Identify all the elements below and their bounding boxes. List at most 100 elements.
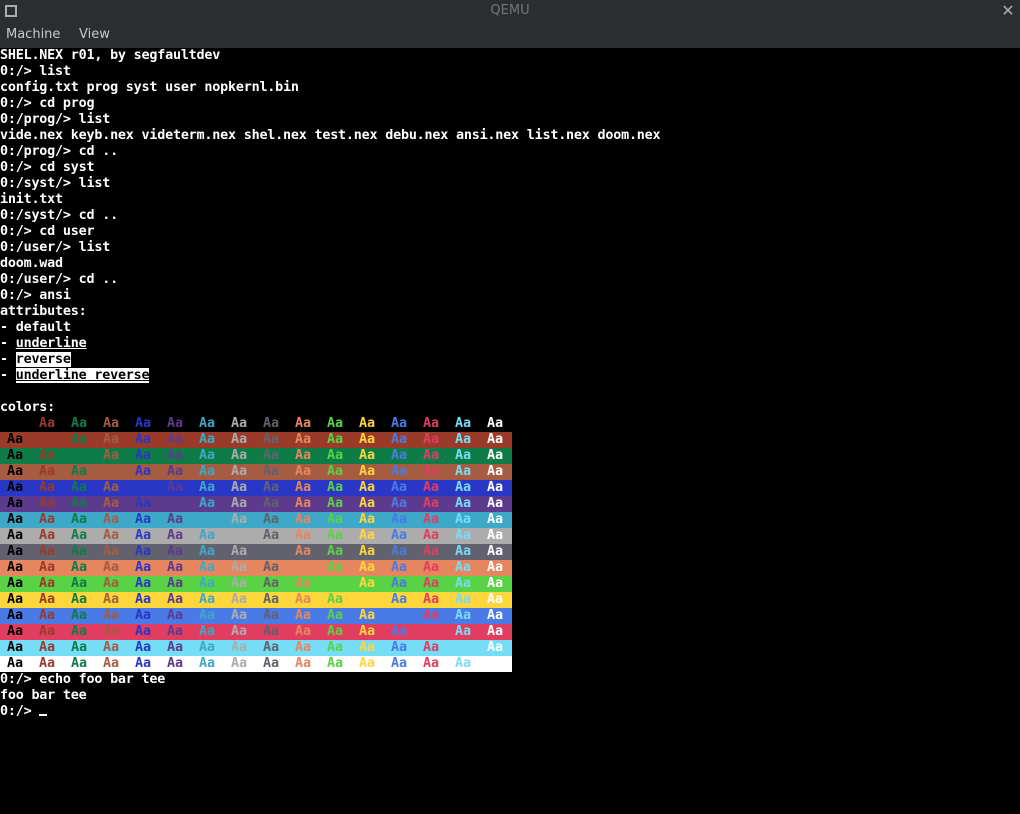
ansi-color-cell: Aa [64,624,96,640]
menu-machine[interactable]: Machine [6,22,60,48]
prompt: 0:/> [0,704,40,719]
ansi-color-cell: Aa [128,624,160,640]
ansi-color-cell: Aa [448,496,480,512]
ansi-color-cell: Aa [352,608,384,624]
ansi-color-cell: Aa [64,512,96,528]
ansi-color-cell: Aa [64,656,96,672]
terminal-line: vide.nex keyb.nex videterm.nex shel.nex … [0,128,661,143]
ansi-color-cell [32,432,64,448]
ansi-color-cell: Aa [416,608,448,624]
ansi-color-cell: Aa [64,432,96,448]
ansi-color-cell: Aa [0,576,32,592]
ansi-color-cell: Aa [224,656,256,672]
ansi-color-cell: Aa [288,448,320,464]
ansi-color-cell: Aa [416,576,448,592]
ansi-color-cell: Aa [224,464,256,480]
ansi-color-cell: Aa [0,592,32,608]
ansi-color-cell [192,512,224,528]
ansi-color-cell: Aa [352,576,384,592]
menu-bar: Machine View [0,22,1020,48]
ansi-color-cell: Aa [128,608,160,624]
terminal-line: 0:/user/> list [0,240,111,255]
ansi-color-cell: Aa [160,640,192,656]
ansi-color-cell: Aa [448,624,480,640]
ansi-color-cell: Aa [352,496,384,512]
terminal-line: - default [0,320,71,335]
ansi-color-cell: Aa [256,656,288,672]
ansi-color-cell: Aa [0,544,32,560]
ansi-color-cell: Aa [128,448,160,464]
ansi-color-cell: Aa [384,464,416,480]
ansi-color-cell: Aa [160,656,192,672]
ansi-color-cell: Aa [391,416,408,431]
terminal-line: init.txt [0,192,63,207]
ansi-color-cell: Aa [192,656,224,672]
ansi-color-cell: Aa [64,528,96,544]
ansi-color-cell: Aa [288,432,320,448]
ansi-color-cell: Aa [256,496,288,512]
ansi-color-cell: Aa [384,544,416,560]
ansi-color-cell: Aa [64,640,96,656]
ansi-color-cell [384,608,416,624]
ansi-color-cell: Aa [160,464,192,480]
ansi-color-cell: Aa [416,512,448,528]
ansi-color-cell: Aa [128,560,160,576]
ansi-color-cell: Aa [192,544,224,560]
ansi-color-cell: Aa [256,464,288,480]
ansi-color-cell: Aa [384,576,416,592]
ansi-color-cell: Aa [352,560,384,576]
ansi-color-cell: Aa [288,512,320,528]
ansi-color-cell: Aa [416,544,448,560]
ansi-color-cell: Aa [128,496,160,512]
ansi-color-cell: Aa [384,624,416,640]
ansi-color-cell [160,496,192,512]
ansi-color-cell: Aa [480,528,512,544]
ansi-color-cell: Aa [448,544,480,560]
ansi-color-cell: Aa [96,560,128,576]
ansi-color-cell: Aa [352,512,384,528]
ansi-color-cell: Aa [416,464,448,480]
ansi-color-cell: Aa [288,640,320,656]
ansi-color-cell: Aa [384,656,416,672]
menu-view[interactable]: View [79,22,110,48]
ansi-color-cell: Aa [192,448,224,464]
ansi-color-cell: Aa [320,560,352,576]
ansi-color-cell: Aa [135,416,152,431]
ansi-color-cell: Aa [224,560,256,576]
ansi-color-cell: Aa [416,432,448,448]
window-titlebar: QEMU ✕ [0,0,1020,22]
ansi-color-cell: Aa [448,432,480,448]
ansi-color-cell: Aa [128,544,160,560]
ansi-color-cell: Aa [288,464,320,480]
terminal-screen[interactable]: SHEL.NEX r01, by segfaultdev 0:/> list c… [0,48,1020,814]
ansi-color-cell: Aa [32,496,64,512]
ansi-color-cell: Aa [160,560,192,576]
ansi-color-cell: Aa [96,432,128,448]
ansi-color-cell: Aa [32,464,64,480]
ansi-color-cell: Aa [288,608,320,624]
ansi-color-cell: Aa [288,544,320,560]
ansi-color-cell: Aa [352,640,384,656]
ansi-color-cell: Aa [288,480,320,496]
ansi-color-cell: Aa [288,576,320,592]
ansi-color-cell: Aa [32,576,64,592]
ansi-color-cell: Aa [0,560,32,576]
ansi-color-cell: Aa [0,624,32,640]
ansi-color-cell: Aa [224,592,256,608]
close-icon[interactable]: ✕ [1000,0,1016,22]
ansi-color-cell: Aa [32,608,64,624]
ansi-color-cell: Aa [448,608,480,624]
ansi-color-cell: Aa [487,416,504,431]
ansi-color-cell: Aa [480,512,512,528]
ansi-color-cell: Aa [256,608,288,624]
ansi-color-cell [128,480,160,496]
ansi-color-cell: Aa [192,640,224,656]
ansi-color-cell: Aa [224,640,256,656]
terminal-line: 0:/> cd syst [0,160,95,175]
ansi-color-cell: Aa [96,448,128,464]
ansi-color-cell: Aa [416,448,448,464]
ansi-color-cell [224,528,256,544]
ansi-color-cell: Aa [32,544,64,560]
ansi-color-cell: Aa [32,592,64,608]
ansi-color-cell: Aa [288,592,320,608]
